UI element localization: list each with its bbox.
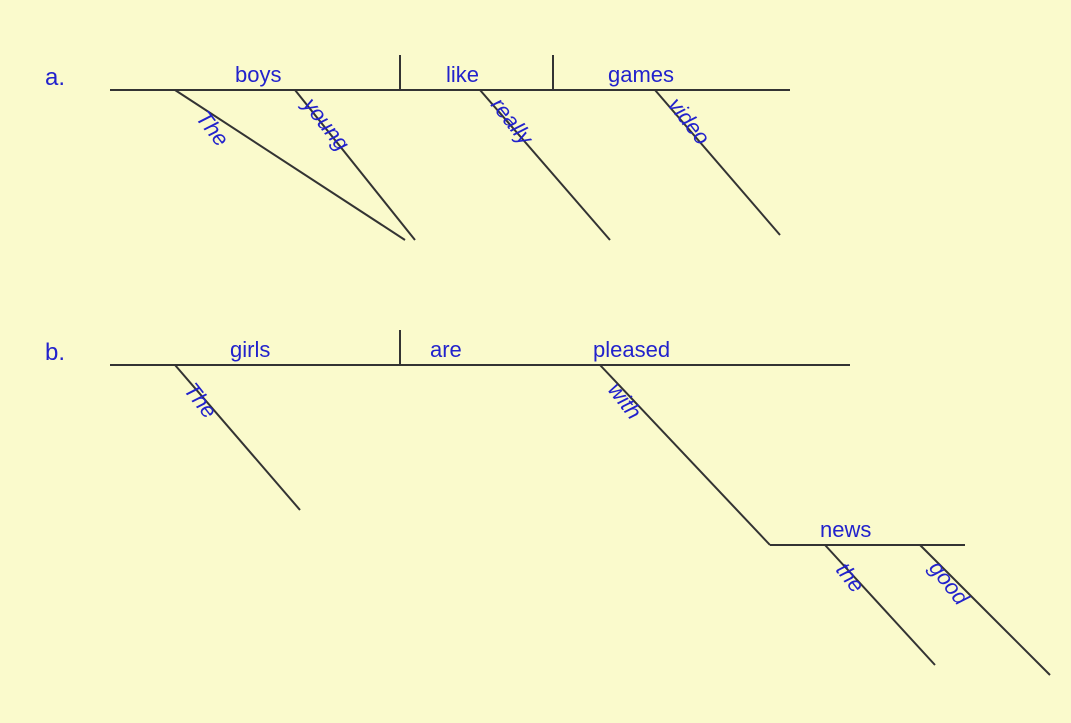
diag-young: young [297,91,355,156]
diag-video: video [663,93,715,150]
diag-the-b: The [179,378,222,423]
diag-really: really [486,93,539,151]
word-like: like [446,62,479,87]
label-a: a. [45,64,65,91]
word-boys: boys [235,62,281,87]
label-b: b. [45,339,65,366]
diag-the-c: the [831,558,870,597]
word-are: are [430,337,462,362]
word-games: games [608,62,674,87]
diag-the-a: The [191,106,234,151]
diag-good: good [924,556,974,611]
word-pleased: pleased [593,337,670,362]
diag-with: with [603,378,647,424]
word-girls: girls [230,337,270,362]
word-news: news [820,517,871,542]
